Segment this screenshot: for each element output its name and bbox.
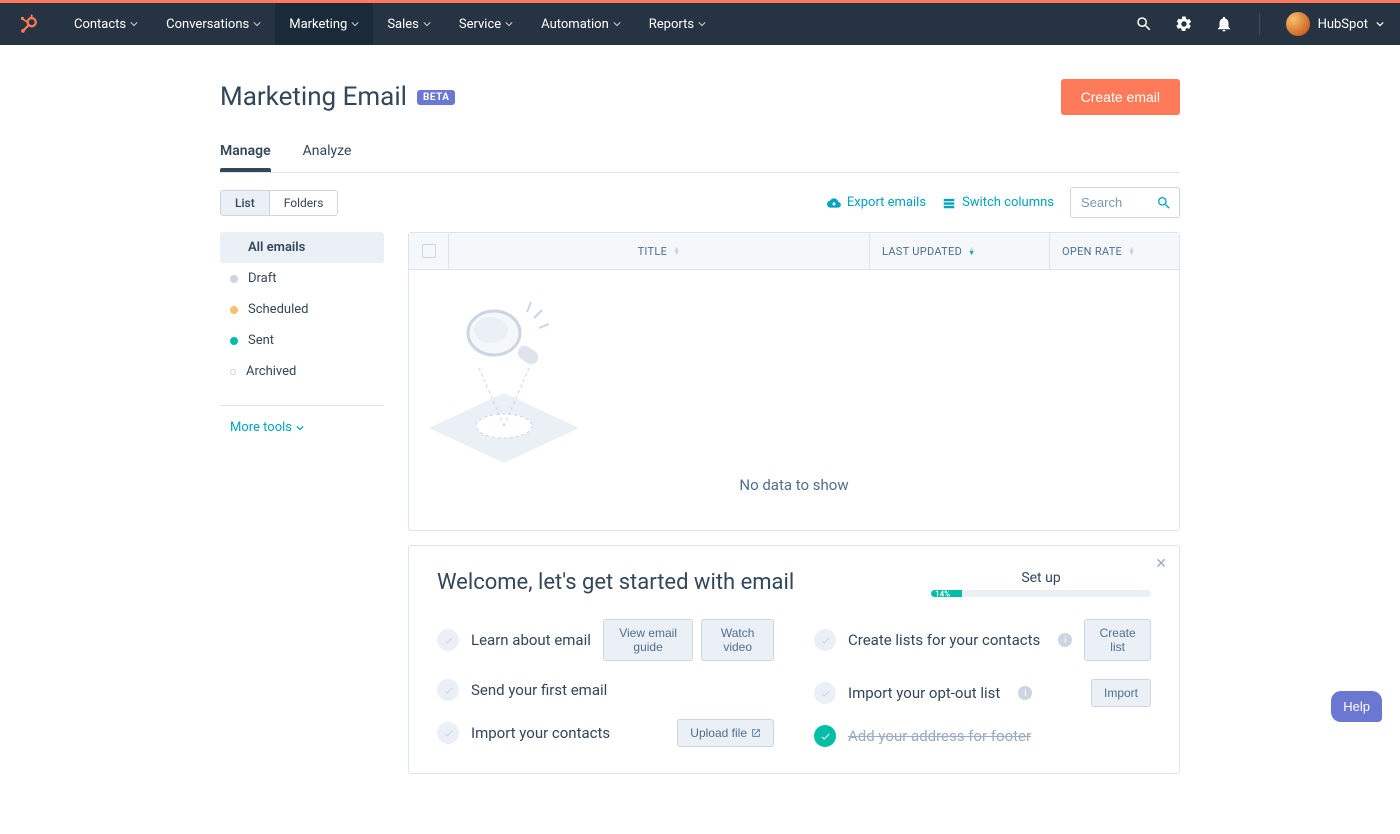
info-icon[interactable]: i (1058, 633, 1072, 647)
search-icon (1156, 195, 1172, 211)
column-title[interactable]: TITLE ▲▼ (449, 233, 869, 269)
task-create-lists-for-your-contacts: Create lists for your contactsiCreate li… (814, 619, 1151, 661)
chevron-down-icon (698, 20, 706, 28)
task-send-your-first-email: Send your first email (437, 679, 774, 701)
task-checkmark-icon (437, 629, 459, 651)
page-title: Marketing Email (220, 82, 407, 112)
info-icon[interactable]: i (1018, 686, 1032, 700)
nav-item-sales[interactable]: Sales (373, 3, 445, 45)
nav-item-service[interactable]: Service (445, 3, 527, 45)
gear-icon[interactable] (1175, 15, 1193, 33)
task-button-watch-video[interactable]: Watch video (701, 619, 774, 661)
task-checkmark-icon (814, 725, 836, 747)
search-wrap (1070, 187, 1180, 218)
close-icon[interactable]: ✕ (1155, 556, 1167, 572)
external-link-icon (751, 728, 761, 738)
export-emails-link[interactable]: Export emails (827, 195, 926, 210)
empty-text: No data to show (409, 476, 1179, 494)
welcome-title: Welcome, let's get started with email (437, 570, 794, 595)
columns-icon (942, 196, 956, 210)
sidebar-item-all-emails[interactable]: All emails (220, 232, 384, 263)
chevron-down-icon (613, 20, 621, 28)
more-tools-label: More tools (230, 420, 292, 435)
task-button-upload-file[interactable]: Upload file (677, 719, 774, 747)
nav-item-marketing[interactable]: Marketing (275, 3, 373, 45)
task-import-your-contacts: Import your contactsUpload file (437, 719, 774, 747)
sidebar-item-archived[interactable]: Archived (220, 356, 384, 387)
status-dot (230, 306, 238, 314)
beta-badge: BETA (417, 90, 456, 105)
export-emails-label: Export emails (847, 195, 926, 210)
sidebar-item-sent[interactable]: Sent (220, 325, 384, 356)
nav-item-conversations[interactable]: Conversations (152, 3, 275, 45)
empty-illustration (409, 298, 599, 468)
progress-percent: 14% (935, 590, 950, 597)
task-add-your-address-for-footer: Add your address for footer (814, 725, 1151, 747)
hubspot-logo[interactable] (16, 12, 40, 36)
account-menu[interactable]: HubSpot (1286, 12, 1384, 36)
select-all-checkbox[interactable] (409, 233, 449, 269)
task-button-create-list[interactable]: Create list (1084, 619, 1151, 661)
create-email-button[interactable]: Create email (1061, 79, 1180, 115)
bell-icon[interactable] (1215, 15, 1233, 33)
column-open-rate[interactable]: OPEN RATE ▲▼ (1049, 233, 1179, 269)
search-icon[interactable] (1135, 15, 1153, 33)
help-button[interactable]: Help (1331, 691, 1382, 722)
task-checkmark-icon (437, 722, 459, 744)
nav-item-automation[interactable]: Automation (527, 3, 635, 45)
account-label: HubSpot (1318, 17, 1368, 32)
avatar (1286, 12, 1310, 36)
view-toggle: ListFolders (220, 190, 338, 216)
tab-analyze[interactable]: Analyze (303, 133, 352, 171)
empty-state: No data to show (409, 270, 1179, 530)
chevron-down-icon (253, 20, 261, 28)
task-button-view-email-guide[interactable]: View email guide (603, 619, 693, 661)
cloud-download-icon (827, 196, 841, 210)
nav-item-contacts[interactable]: Contacts (60, 3, 152, 45)
switch-columns-link[interactable]: Switch columns (942, 195, 1054, 210)
nav-divider (1259, 13, 1260, 35)
chevron-down-icon (296, 424, 304, 432)
chevron-down-icon (505, 20, 513, 28)
view-toggle-list[interactable]: List (221, 191, 269, 215)
status-dot (230, 275, 238, 283)
status-dot (230, 369, 236, 375)
chevron-down-icon (130, 20, 138, 28)
sidebar-item-draft[interactable]: Draft (220, 263, 384, 294)
task-button-import[interactable]: Import (1091, 679, 1151, 707)
chevron-down-icon (423, 20, 431, 28)
status-dot (230, 337, 238, 345)
column-last-updated[interactable]: LAST UPDATED ▲▼ (869, 233, 1049, 269)
more-tools-link[interactable]: More tools (220, 420, 384, 435)
sidebar-item-scheduled[interactable]: Scheduled (220, 294, 384, 325)
task-checkmark-icon (814, 629, 836, 651)
sidebar: All emailsDraftScheduledSentArchived Mor… (220, 232, 384, 435)
task-checkmark-icon (437, 679, 459, 701)
tab-manage[interactable]: Manage (220, 133, 271, 171)
task-learn-about-email: Learn about emailView email guideWatch v… (437, 619, 774, 661)
email-table: TITLE ▲▼ LAST UPDATED ▲▼ OPEN RATE ▲▼ (408, 232, 1180, 531)
setup-progress: 14% (931, 590, 1151, 597)
task-import-your-opt-out-list: Import your opt-out listiImport (814, 679, 1151, 707)
nav-item-reports[interactable]: Reports (635, 3, 720, 45)
top-nav: ContactsConversationsMarketingSalesServi… (0, 3, 1400, 45)
switch-columns-label: Switch columns (962, 195, 1054, 210)
chevron-down-icon (351, 20, 359, 28)
task-checkmark-icon (814, 682, 836, 704)
setup-label: Set up (931, 570, 1151, 586)
view-toggle-folders[interactable]: Folders (269, 191, 338, 215)
sidebar-divider (220, 405, 384, 406)
chevron-down-icon (1376, 20, 1384, 28)
